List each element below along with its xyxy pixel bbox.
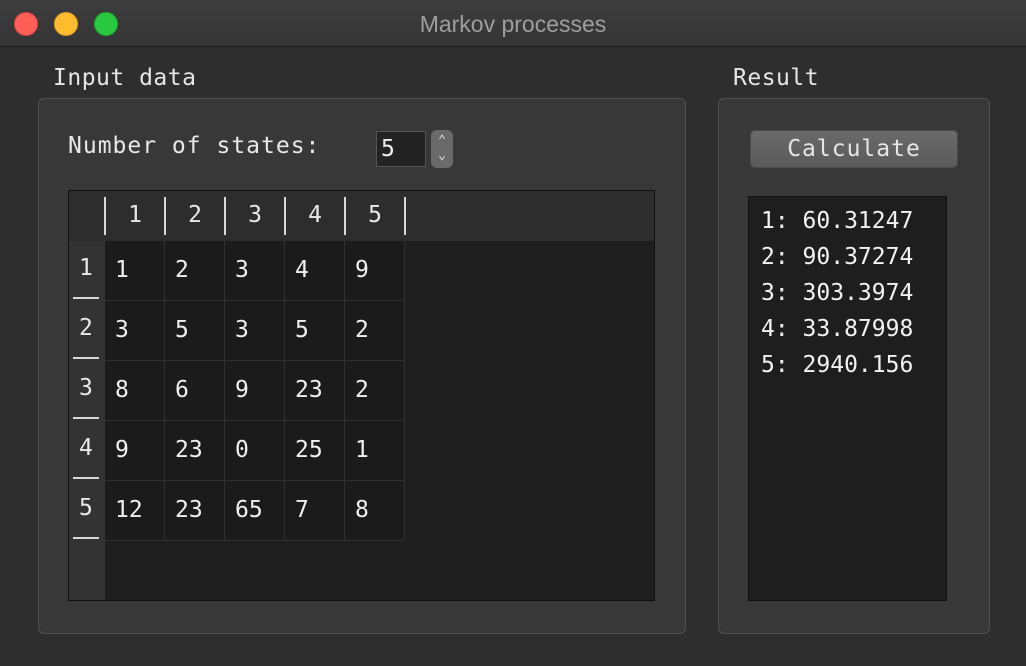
table-cell[interactable]: 9 <box>345 241 405 301</box>
column-header[interactable]: 4 <box>284 191 345 241</box>
column-header[interactable]: 1 <box>104 191 165 241</box>
row-header-label: 1 <box>79 255 93 281</box>
result-list[interactable]: 1: 60.31247 2: 90.37274 3: 303.3974 4: 33.8… <box>748 196 947 601</box>
number-of-states-input[interactable]: 5 <box>376 131 426 167</box>
table-cell[interactable]: 2 <box>345 301 405 361</box>
input-data-group-label: Input data <box>53 65 197 91</box>
row-header[interactable]: 3 <box>69 361 105 421</box>
result-item[interactable]: 4: 33.87998 <box>761 311 946 347</box>
title-bar[interactable]: Markov processes <box>0 0 1026 47</box>
column-header-label: 3 <box>248 202 262 228</box>
table-cell[interactable]: 0 <box>225 421 285 481</box>
calculate-button[interactable]: Calculate <box>750 130 958 168</box>
table-cell[interactable]: 1 <box>345 421 405 481</box>
table-cell[interactable]: 3 <box>105 301 165 361</box>
table-cell[interactable]: 8 <box>105 361 165 421</box>
row-header-label: 3 <box>79 375 93 401</box>
column-divider[interactable] <box>344 197 346 235</box>
result-item[interactable]: 3: 303.3974 <box>761 275 946 311</box>
table-cell[interactable]: 9 <box>225 361 285 421</box>
row-header-label: 4 <box>79 435 93 461</box>
row-header[interactable]: 1 <box>69 241 105 301</box>
table-cell[interactable]: 23 <box>285 361 345 421</box>
column-header[interactable]: 3 <box>224 191 285 241</box>
number-of-states-stepper[interactable]: ⌃ ⌄ <box>431 130 453 168</box>
row-divider[interactable] <box>73 297 99 299</box>
row-header[interactable]: 4 <box>69 421 105 481</box>
column-header-label: 2 <box>188 202 202 228</box>
result-group-label: Result <box>733 65 820 91</box>
table-cell[interactable]: 23 <box>165 481 225 541</box>
row-header-column: 1 2 3 4 5 <box>69 241 105 600</box>
column-header[interactable]: 5 <box>344 191 406 241</box>
table-cell[interactable]: 8 <box>345 481 405 541</box>
table-cell[interactable]: 65 <box>225 481 285 541</box>
table-cell[interactable]: 5 <box>165 301 225 361</box>
table-cell[interactable]: 25 <box>285 421 345 481</box>
row-divider[interactable] <box>73 417 99 419</box>
table-cell[interactable]: 2 <box>345 361 405 421</box>
result-item[interactable]: 5: 2940.156 <box>761 347 946 383</box>
table-cell[interactable]: 5 <box>285 301 345 361</box>
result-item[interactable]: 1: 60.31247 <box>761 203 946 239</box>
row-header[interactable]: 2 <box>69 301 105 361</box>
table-corner <box>69 191 105 241</box>
chevron-up-icon[interactable]: ⌃ <box>431 133 453 148</box>
column-header-label: 4 <box>308 202 322 228</box>
row-header[interactable]: 5 <box>69 481 105 541</box>
column-divider[interactable] <box>104 197 106 235</box>
column-header-row: 1 2 3 4 5 <box>104 191 654 241</box>
transition-matrix-table[interactable]: 12345 12345 1 2 3 4 9 3 5 3 5 2 8 6 9 23 2 9 23 0 25 1 12 23 6… <box>68 190 655 601</box>
window-title: Markov processes <box>419 11 607 37</box>
column-divider[interactable] <box>224 197 226 235</box>
table-cell[interactable]: 2 <box>165 241 225 301</box>
chevron-down-icon[interactable]: ⌄ <box>431 148 453 163</box>
table-cell[interactable]: 6 <box>165 361 225 421</box>
column-header-label: 1 <box>128 202 142 228</box>
row-divider[interactable] <box>73 357 99 359</box>
table-cell[interactable]: 4 <box>285 241 345 301</box>
table-cell[interactable]: 23 <box>165 421 225 481</box>
table-cell[interactable]: 7 <box>285 481 345 541</box>
row-divider[interactable] <box>73 537 99 539</box>
row-divider[interactable] <box>73 477 99 479</box>
table-cell[interactable]: 3 <box>225 241 285 301</box>
column-header-label: 5 <box>368 202 382 228</box>
row-header-label: 5 <box>79 495 93 521</box>
row-header-label: 2 <box>79 315 93 341</box>
column-divider[interactable] <box>404 197 406 235</box>
column-divider[interactable] <box>164 197 166 235</box>
table-cell[interactable]: 9 <box>105 421 165 481</box>
table-cell[interactable]: 3 <box>225 301 285 361</box>
column-divider[interactable] <box>284 197 286 235</box>
number-of-states-label: Number of states: <box>68 133 321 159</box>
column-header[interactable]: 2 <box>164 191 225 241</box>
table-cell[interactable]: 12 <box>105 481 165 541</box>
table-cell[interactable]: 1 <box>105 241 165 301</box>
app-window: Markov processes Input data Number of st… <box>0 0 1026 666</box>
result-item[interactable]: 2: 90.37274 <box>761 239 946 275</box>
